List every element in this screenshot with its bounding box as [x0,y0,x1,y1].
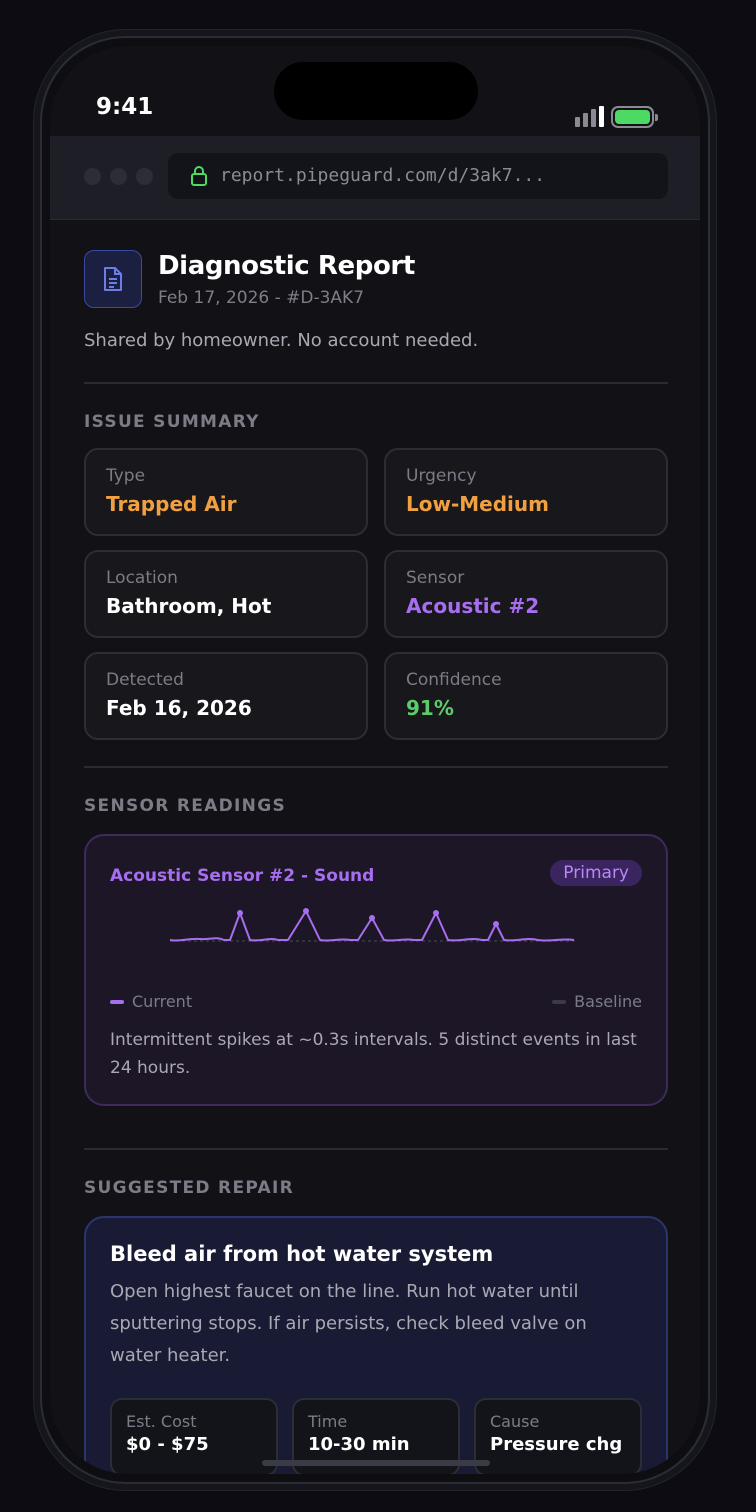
report-header: Diagnostic Report Feb 17, 2026 - #D-3AK7… [84,220,668,351]
repair-title: Bleed air from hot water system [110,1242,494,1266]
primary-badge: Primary [550,860,642,886]
home-indicator[interactable] [262,1460,490,1466]
card-value: Low-Medium [406,492,549,516]
dot-icon [110,168,127,185]
page-title: Diagnostic Report [158,251,415,281]
stat-est-cost: Est. Cost $0 - $75 [110,1398,278,1474]
card-label: Urgency [406,466,477,486]
divider [84,766,668,768]
section-title-issue-summary: ISSUE SUMMARY [84,412,260,432]
spike-point [433,910,439,916]
card-label: Type [106,466,146,486]
summary-card-confidence: Confidence 91% [384,652,668,740]
card-value: 91% [406,696,454,720]
stat-value: 10-30 min [308,1434,410,1455]
document-icon [84,250,142,308]
sensor-card: Acoustic Sensor #2 - Sound Primary Curre… [84,834,668,1106]
summary-card-type: Type Trapped Air [84,448,368,536]
legend-current: Current [110,992,192,1011]
url-text: report.pipeguard.com/d/3ak7... [220,165,546,186]
phone-frame: 9:41 report.pipeguard.com/d/3ak7... Diag… [40,36,710,1484]
section-title-sensor-readings: SENSOR READINGS [84,796,287,816]
card-value: Bathroom, Hot [106,594,272,618]
card-value: Feb 16, 2026 [106,696,252,720]
dot-icon [84,168,101,185]
url-bar[interactable]: report.pipeguard.com/d/3ak7... [168,153,668,199]
divider [84,382,668,384]
stat-value: Pressure chg [490,1434,623,1455]
card-value: Acoustic #2 [406,594,540,618]
report-subtitle: Feb 17, 2026 - #D-3AK7 [158,288,365,308]
card-label: Detected [106,670,184,690]
card-label: Location [106,568,178,588]
battery-icon [611,106,658,128]
legend-baseline: Baseline [552,992,642,1011]
legend-baseline-label: Baseline [574,992,642,1011]
status-time: 9:41 [96,94,154,120]
summary-card-location: Location Bathroom, Hot [84,550,368,638]
issue-summary-grid: Type Trapped Air Urgency Low-Medium Loca… [84,448,668,740]
lock-icon [190,165,208,191]
card-label: Confidence [406,670,502,690]
summary-card-urgency: Urgency Low-Medium [384,448,668,536]
legend-current-swatch [110,999,124,1004]
repair-description: Open highest faucet on the line. Run hot… [110,1281,587,1366]
window-dots [84,168,153,185]
section-title-suggested-repair: SUGGESTED REPAIR [84,1178,295,1198]
signal-icon [575,106,604,127]
report-content: Diagnostic Report Feb 17, 2026 - #D-3AK7… [84,220,668,1474]
stat-label: Cause [490,1412,540,1431]
stat-cause: Cause Pressure chg [474,1398,642,1474]
shared-note: Shared by homeowner. No account needed. [84,330,479,351]
spike-point [369,915,375,921]
spike-point [303,908,309,914]
sensor-description: Intermittent spikes at ~0.3s intervals. … [110,1030,637,1078]
legend-current-label: Current [132,992,193,1011]
repair-card: Bleed air from hot water system Open hig… [84,1216,668,1474]
divider [84,1148,668,1150]
screen: 9:41 report.pipeguard.com/d/3ak7... Diag… [50,46,700,1474]
sound-waveform-chart [170,908,578,942]
legend-baseline-swatch [552,999,567,1004]
stat-label: Est. Cost [126,1412,197,1431]
dynamic-island [274,62,478,120]
stat-label: Time [308,1412,348,1431]
spike-point [237,910,243,916]
summary-card-sensor: Sensor Acoustic #2 [384,550,668,638]
summary-card-detected: Detected Feb 16, 2026 [84,652,368,740]
spike-point [493,921,499,927]
dot-icon [136,168,153,185]
card-value: Trapped Air [106,492,237,516]
sensor-name: Acoustic Sensor #2 - Sound [110,866,375,886]
stat-value: $0 - $75 [126,1434,209,1455]
browser-bar: report.pipeguard.com/d/3ak7... [50,136,700,220]
card-label: Sensor [406,568,465,588]
